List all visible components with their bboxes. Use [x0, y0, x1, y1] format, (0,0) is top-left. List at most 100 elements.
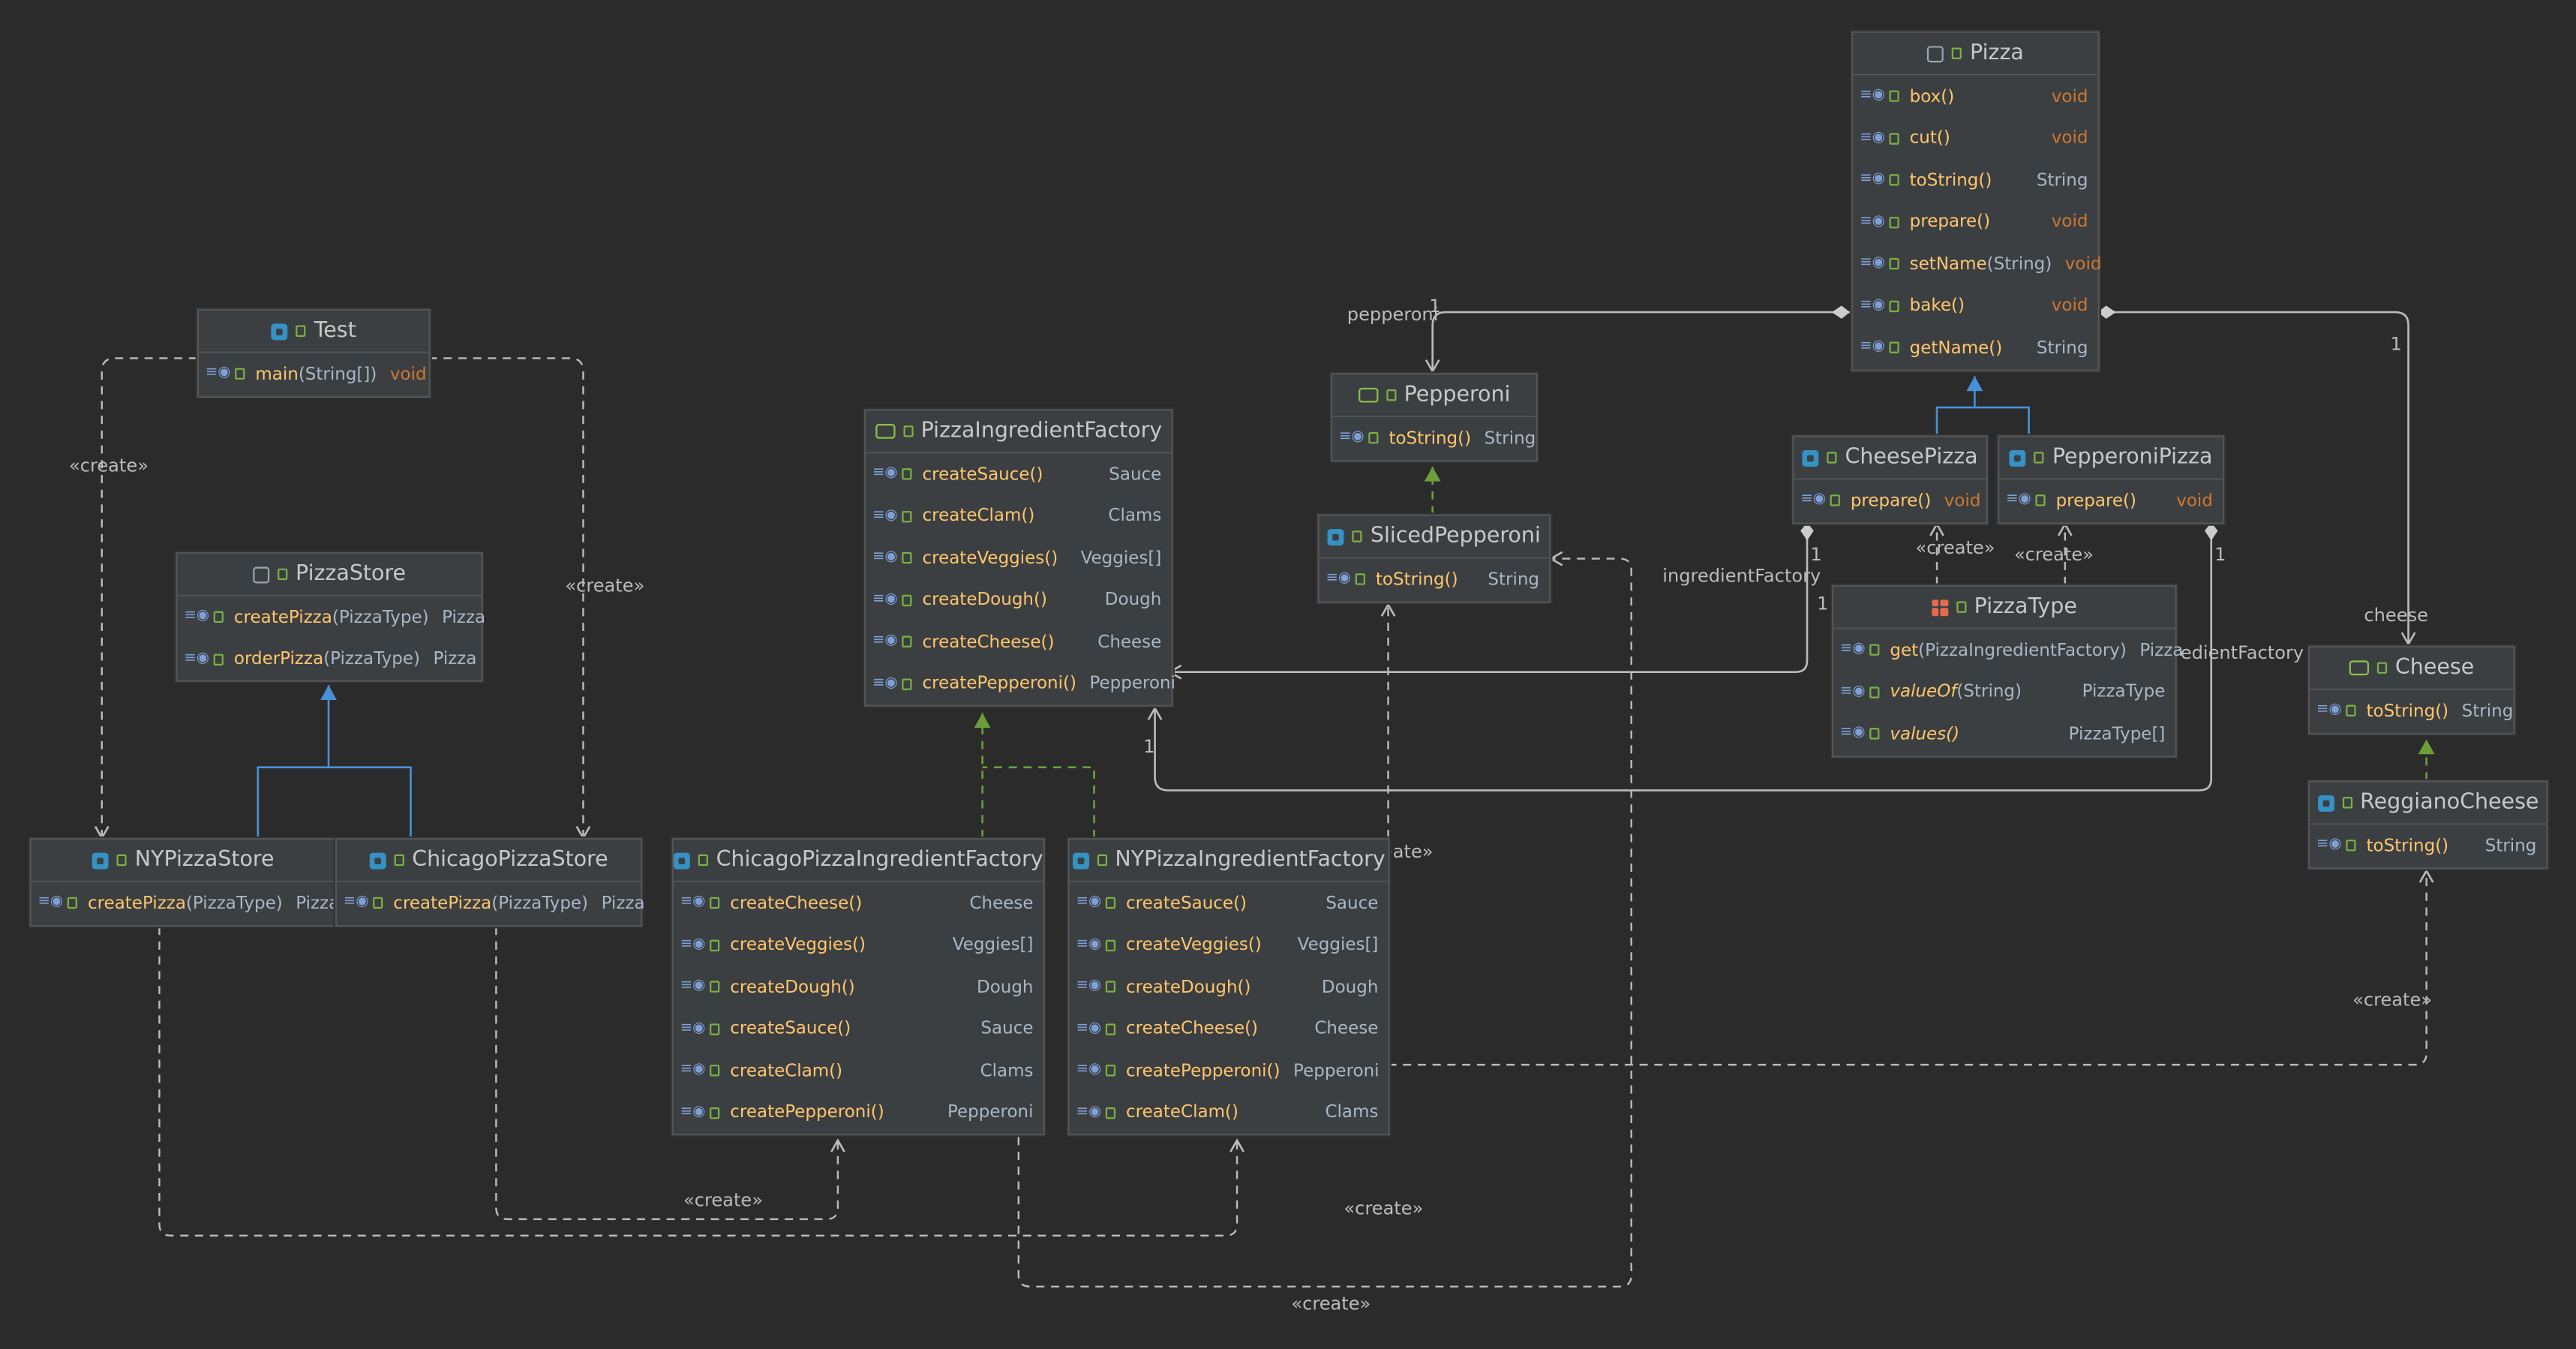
method-name: toString()	[1909, 170, 1992, 191]
method-icon: ≡◉	[2316, 702, 2342, 719]
method-row[interactable]: ≡◉ createVeggies() Veggies[]	[674, 924, 1043, 966]
class-ny-pizza-ingredient-factory[interactable]: NYPizzaIngredientFactory ≡◉ createSauce() S…	[1067, 837, 1390, 1136]
method-icon: ≡◉	[1860, 213, 1885, 230]
return-type: Pizza	[442, 607, 486, 628]
interface-pepperoni[interactable]: Pepperoni ≡◉ toString() String	[1330, 373, 1538, 461]
method-row[interactable]: ≡◉ toString() String	[1332, 417, 1536, 459]
return-type: void	[2064, 254, 2102, 275]
method-row[interactable]: ≡◉ createVeggies() Veggies[]	[866, 537, 1171, 579]
method-row[interactable]: ≡◉ createClam() Clams	[1070, 1092, 1389, 1134]
method-row[interactable]: ≡◉ createPizza (PizzaType) Pizza	[178, 596, 485, 638]
method-row[interactable]: ≡◉ prepare() void	[1853, 201, 2097, 243]
lock-icon	[1890, 342, 1900, 354]
class-reggiano-cheese[interactable]: ReggianoCheese ≡◉ toString() String	[2307, 780, 2548, 869]
method-name: getName()	[1909, 338, 2003, 358]
method-row[interactable]: ≡◉ createCheese() Cheese	[674, 882, 1043, 924]
method-row[interactable]: ≡◉ main (String[]) void	[199, 353, 429, 395]
class-sliced-pepperoni[interactable]: SlicedPepperoni ≡◉ toString() String	[1317, 514, 1551, 602]
method-row[interactable]: ≡◉ box() void	[1853, 76, 2097, 118]
class-ny-pizza-store[interactable]: NYPizzaStore ≡◉ createPizza (PizzaType) Pizz…	[29, 837, 339, 927]
method-row[interactable]: ≡◉ values() PizzaType[]	[1833, 713, 2175, 755]
class-pizza[interactable]: Pizza ≡◉ box() void ≡◉ cut() void ≡◉ toString() S…	[1851, 31, 2101, 371]
lock-icon	[1097, 854, 1107, 867]
method-icons: ≡◉	[184, 651, 224, 667]
method-row[interactable]: ≡◉ createCheese() Cheese	[866, 621, 1171, 663]
method-name: createCheese()	[1126, 1019, 1259, 1039]
return-type: Pizza	[433, 649, 477, 669]
method-row[interactable]: ≡◉ valueOf (String) PizzaType	[1833, 671, 2175, 714]
lock-icon	[710, 1065, 721, 1077]
enum-icon	[1931, 599, 1948, 616]
return-type: String	[1488, 569, 1540, 590]
lock-icon	[1106, 1107, 1116, 1119]
method-icon: ≡◉	[2316, 837, 2342, 854]
lock-icon	[1386, 389, 1396, 401]
return-type: String	[2036, 170, 2088, 191]
method-row[interactable]: ≡◉ createSauce() Sauce	[866, 453, 1171, 495]
lock-icon	[902, 425, 913, 437]
method-row[interactable]: ≡◉ createClam() Clams	[674, 1050, 1043, 1092]
interface-pizza-ingredient-factory[interactable]: PizzaIngredientFactory ≡◉ createSauce() Sau…	[863, 409, 1175, 707]
node-header: SlicedPepperoni	[1319, 516, 1550, 559]
method-icon: ≡◉	[680, 978, 706, 995]
method-row[interactable]: ≡◉ toString() String	[2310, 825, 2546, 867]
method-row[interactable]: ≡◉ createPepperoni() Pepperoni	[1070, 1050, 1389, 1092]
return-type: String	[2036, 338, 2088, 358]
method-row[interactable]: ≡◉ createVeggies() Veggies[]	[1070, 924, 1389, 966]
lock-icon	[1830, 494, 1841, 507]
method-row[interactable]: ≡◉ createPepperoni() Pepperoni	[866, 663, 1175, 705]
method-icon: ≡◉	[1800, 491, 1826, 509]
method-row[interactable]: ≡◉ createSauce() Sauce	[674, 1008, 1043, 1050]
method-icons: ≡◉	[1840, 684, 1881, 700]
edge-label-create: «create»	[68, 455, 149, 477]
method-icons: ≡◉	[38, 895, 78, 911]
method-row[interactable]: ≡◉ setName (String) void	[1853, 243, 2101, 285]
class-test[interactable]: Test ≡◉ main (String[]) void	[197, 308, 431, 397]
edge-nyfactory-creates-reggiano	[1388, 869, 2434, 1066]
method-icons: ≡◉	[1860, 298, 1900, 314]
return-type: Pizza	[601, 893, 645, 914]
method-params: (String)	[1986, 254, 2052, 275]
method-row[interactable]: ≡◉ createDough() Dough	[1070, 966, 1389, 1008]
method-name: createDough()	[922, 590, 1047, 611]
method-row[interactable]: ≡◉ bake() void	[1853, 285, 2097, 327]
method-icon: ≡◉	[1839, 641, 1866, 658]
method-row[interactable]: ≡◉ orderPizza (PizzaType) Pizza	[178, 638, 482, 681]
method-row[interactable]: ≡◉ createPepperoni() Pepperoni	[674, 1092, 1043, 1134]
method-row[interactable]: ≡◉ get (PizzaIngredientFactory) Pizza	[1833, 629, 2184, 671]
class-name: ReggianoCheese	[2360, 790, 2539, 816]
class-chicago-pizza-ingredient-factory[interactable]: ChicagoPizzaIngredientFactory ≡◉ createChe…	[671, 837, 1045, 1136]
method-row[interactable]: ≡◉ createSauce() Sauce	[1070, 882, 1389, 924]
method-row[interactable]: ≡◉ cut() void	[1853, 118, 2097, 160]
method-row[interactable]: ≡◉ createPizza (PizzaType) Pizza	[337, 882, 645, 924]
method-row[interactable]: ≡◉ createDough() Dough	[866, 579, 1171, 621]
return-type: Pepperoni	[947, 1103, 1034, 1123]
method-row[interactable]: ≡◉ createPizza (PizzaType) Pizza	[32, 882, 339, 924]
enum-pizza-type[interactable]: PizzaType ≡◉ get (PizzaIngredientFactory) Pi…	[1831, 584, 2184, 757]
lock-icon	[1827, 452, 1837, 464]
return-type: Sauce	[1326, 893, 1379, 914]
lock-icon	[1870, 728, 1881, 741]
return-type: void	[2051, 128, 2088, 149]
class-pizza-store[interactable]: PizzaStore ≡◉ createPizza (PizzaType) Pizza ≡…	[176, 551, 485, 682]
method-icons: ≡◉	[872, 466, 913, 482]
class-icon	[1327, 528, 1344, 545]
method-row[interactable]: ≡◉ createClam() Clams	[866, 495, 1171, 537]
lock-icon	[1369, 432, 1380, 444]
method-icon: ≡◉	[1076, 1062, 1102, 1079]
method-row[interactable]: ≡◉ toString() String	[2310, 690, 2514, 732]
method-row[interactable]: ≡◉ prepare() void	[1999, 479, 2223, 521]
class-pepperoni-pizza[interactable]: PepperoniPizza ≡◉ prepare() void	[1998, 435, 2225, 524]
lock-icon	[2342, 797, 2352, 809]
method-row[interactable]: ≡◉ toString() String	[1853, 159, 2097, 201]
method-row[interactable]: ≡◉ createDough() Dough	[674, 966, 1043, 1008]
method-row[interactable]: ≡◉ prepare() void	[1794, 479, 1986, 521]
class-chicago-pizza-store[interactable]: ChicagoPizzaStore ≡◉ createPizza (PizzaType…	[335, 837, 645, 927]
class-cheese-pizza[interactable]: CheesePizza ≡◉ prepare() void	[1792, 435, 1988, 524]
method-params: (PizzaType)	[323, 649, 420, 669]
method-row[interactable]: ≡◉ toString() String	[1320, 559, 1550, 601]
method-icons: ≡◉	[1800, 491, 1841, 509]
interface-cheese[interactable]: Cheese ≡◉ toString() String	[2307, 645, 2515, 734]
method-row[interactable]: ≡◉ createCheese() Cheese	[1070, 1008, 1389, 1050]
method-row[interactable]: ≡◉ getName() String	[1853, 327, 2097, 369]
